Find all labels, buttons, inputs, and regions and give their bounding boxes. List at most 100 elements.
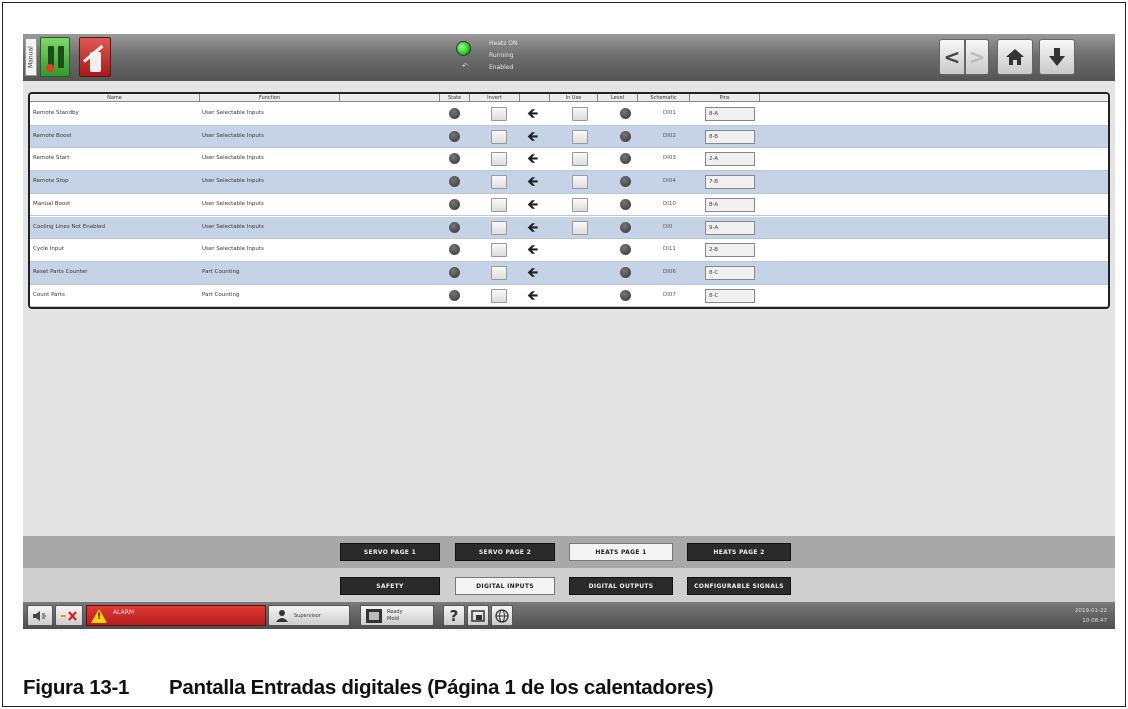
table-row[interactable]: Remote Start User Selectable Inputs 🡸 DI… (30, 148, 1108, 172)
tab-digital-inputs[interactable]: DIGITAL INPUTS (455, 577, 555, 595)
row-pins-field[interactable]: 9-A (705, 220, 755, 235)
row-schematic: DI07 (663, 291, 676, 298)
tab-configurable-signals[interactable]: CONFIGURABLE SIGNALS (687, 577, 791, 595)
home-button[interactable] (997, 39, 1033, 75)
table-row[interactable]: Reset Parts Counter Part Counting 🡸 DI06… (30, 261, 1108, 285)
user-login-button[interactable]: Supervisor (268, 605, 350, 626)
invert-checkbox[interactable] (491, 288, 507, 303)
tab-heats-page-1[interactable]: HEATS PAGE 1 (569, 543, 673, 561)
alarm-clear-icon (61, 610, 77, 621)
digital-inputs-table: Name Function State Invert In Use Level … (28, 92, 1110, 309)
state-indicator-icon (449, 198, 460, 210)
column-header-in-use: In Use (550, 94, 598, 102)
state-indicator-icon (449, 266, 460, 278)
row-function: User Selectable Inputs (202, 110, 264, 116)
status-line: Running (489, 52, 514, 59)
chevron-right-icon: > (968, 45, 986, 69)
alarm-text: ALARM (113, 609, 135, 616)
row-pins-field[interactable]: 8-A (705, 197, 755, 212)
status-line: Heats ON (489, 40, 518, 47)
in-use-checkbox[interactable] (572, 129, 588, 144)
table-row[interactable]: Manual Boost User Selectable Inputs 🡸 DI… (30, 193, 1108, 217)
clock-time: 10:08:47 (1082, 618, 1107, 624)
heats-on-button[interactable] (40, 37, 70, 77)
in-use-checkbox[interactable] (572, 175, 588, 190)
in-use-checkbox[interactable] (572, 197, 588, 212)
arrow-left-icon: 🡸 (527, 151, 539, 168)
row-name: Reset Parts Counter (33, 268, 88, 275)
arrow-left-icon: 🡸 (527, 174, 539, 191)
table-row[interactable]: Remote Standby User Selectable Inputs 🡸 … (30, 103, 1108, 126)
arrow-left-icon: 🡸 (527, 287, 539, 304)
invert-checkbox[interactable] (491, 107, 507, 121)
row-pins-field[interactable]: 2-A (705, 152, 755, 167)
table-row[interactable]: Remote Stop User Selectable Inputs 🡸 DI0… (30, 171, 1108, 194)
chevron-left-icon: < (943, 45, 961, 69)
download-button[interactable] (1039, 39, 1075, 75)
row-pins-field[interactable]: 7-B (705, 175, 755, 190)
status-sub-icon: ↶ (462, 62, 468, 70)
thermometer-icon (46, 64, 54, 72)
invert-checkbox[interactable] (491, 197, 507, 212)
row-schematic: DI04 (663, 178, 676, 185)
user-icon (276, 609, 288, 622)
hmi-screen: Manual ↶ Heats ON Running Enabled < > Na… (23, 34, 1115, 629)
mold-status-button[interactable]: Ready Mold (360, 605, 434, 626)
forward-button[interactable]: > (965, 39, 989, 75)
column-header-function: Function (200, 94, 340, 102)
back-button[interactable]: < (939, 39, 965, 75)
invert-checkbox[interactable] (491, 265, 507, 280)
arrow-left-icon: 🡸 (527, 242, 539, 259)
row-pins-field[interactable]: 8-B (705, 129, 755, 144)
row-pins-field[interactable]: 8-C (705, 288, 755, 303)
invert-checkbox[interactable] (491, 152, 507, 167)
screenshot-button[interactable] (467, 605, 489, 626)
row-pins-field[interactable]: 8-A (705, 107, 755, 121)
state-indicator-icon (449, 289, 460, 301)
level-indicator-icon (620, 266, 631, 278)
state-indicator-icon (449, 153, 460, 165)
tab-safety[interactable]: SAFETY (340, 577, 440, 595)
alarm-banner[interactable]: ! ALARM (86, 605, 266, 626)
tab-servo-page-2[interactable]: SERVO PAGE 2 (455, 543, 555, 561)
mute-button[interactable] (27, 605, 53, 626)
table-row[interactable]: Cycle Input User Selectable Inputs 🡸 DI1… (30, 239, 1108, 262)
download-icon (1049, 48, 1065, 66)
row-pins-field[interactable]: 2-B (705, 243, 755, 258)
row-schematic: DI10 (663, 200, 676, 207)
warning-icon: ! (91, 609, 107, 623)
invert-checkbox[interactable] (491, 243, 507, 258)
in-use-checkbox[interactable] (572, 220, 588, 235)
tab-digital-outputs[interactable]: DIGITAL OUTPUTS (569, 577, 673, 595)
table-row[interactable]: Remote Boost User Selectable Inputs 🡸 DI… (30, 125, 1108, 149)
invert-checkbox[interactable] (491, 129, 507, 144)
power-off-button[interactable] (79, 37, 111, 77)
in-use-checkbox[interactable] (572, 152, 588, 167)
state-indicator-icon (449, 244, 460, 256)
mold-labels: Ready Mold (387, 609, 403, 623)
manual-side-tab[interactable]: Manual (25, 38, 37, 76)
column-header-pins: Pins (690, 94, 760, 102)
table-row[interactable]: Cooling Lines Not Enabled User Selectabl… (30, 216, 1108, 240)
tab-heats-page-2[interactable]: HEATS PAGE 2 (687, 543, 791, 561)
row-name: Remote Start (33, 155, 70, 162)
level-indicator-icon (620, 130, 631, 142)
column-header-state: State (440, 94, 470, 102)
help-button[interactable]: ? (443, 605, 465, 626)
invert-checkbox[interactable] (491, 220, 507, 235)
row-name: Cycle Input (33, 246, 65, 253)
tab-servo-page-1[interactable]: SERVO PAGE 1 (340, 543, 440, 561)
status-lines: Heats ON Running Enabled (489, 38, 517, 74)
language-button[interactable] (491, 605, 513, 626)
invert-checkbox[interactable] (491, 175, 507, 190)
alarm-reset-button[interactable] (55, 605, 83, 626)
level-indicator-icon (620, 244, 631, 256)
row-function: Part Counting (202, 268, 240, 275)
figure-caption: Figura 13-1 Pantalla Entradas digitales (… (23, 676, 714, 700)
row-pins-field[interactable]: 8-C (705, 265, 755, 280)
in-use-checkbox[interactable] (572, 107, 588, 121)
table-row[interactable]: Count Parts Part Counting 🡸 DI07 8-C (30, 284, 1108, 307)
arrow-left-icon: 🡸 (527, 264, 539, 281)
state-indicator-icon (449, 108, 460, 119)
category-tabs-bar: SAFETY DIGITAL INPUTS DIGITAL OUTPUTS CO… (23, 568, 1115, 602)
